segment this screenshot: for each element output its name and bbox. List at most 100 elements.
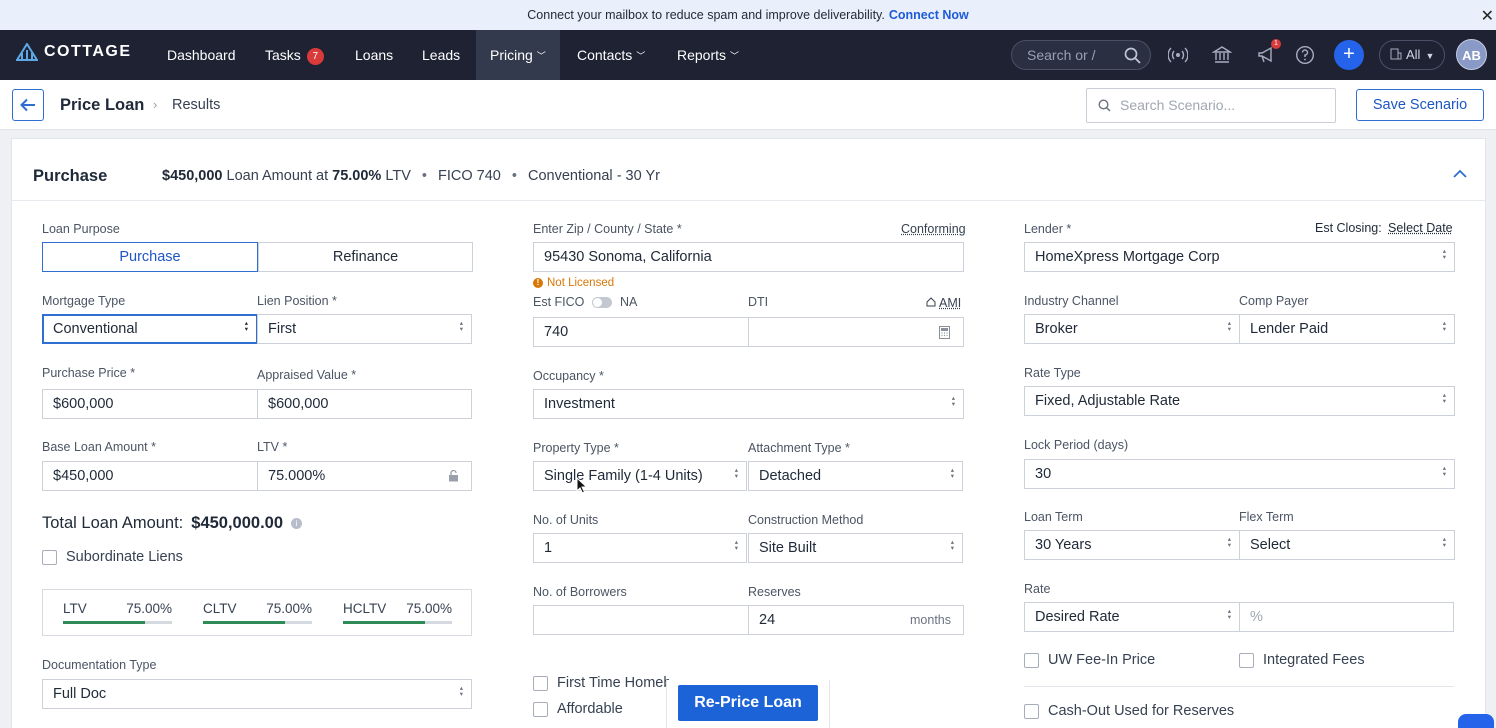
mouse-cursor-icon — [576, 477, 588, 494]
occupancy-select[interactable]: Investment — [533, 389, 964, 419]
uw-fee-in-price-label: UW Fee-In Price — [1048, 652, 1155, 668]
summary-product: Conventional — [528, 168, 613, 184]
mortgage-type-label: Mortgage Type — [42, 294, 125, 308]
global-search-placeholder: Search or / — [1027, 47, 1095, 63]
page-title[interactable]: Price Loan — [60, 96, 144, 115]
fico-na-toggle[interactable] — [592, 297, 612, 308]
nav-reports-label: Reports — [677, 47, 726, 63]
purchase-price-input[interactable]: $600,000 — [42, 389, 258, 419]
zip-label: Enter Zip / County / State * — [533, 222, 682, 236]
conforming-link[interactable]: Conforming — [901, 222, 966, 236]
ratio-cltv-bar — [203, 621, 312, 624]
zip-input[interactable]: 95430 Sonoma, California — [533, 242, 964, 272]
info-icon[interactable]: i — [291, 518, 302, 529]
nav-loans[interactable]: Loans — [355, 30, 393, 80]
close-icon[interactable]: ✕ — [1481, 6, 1494, 26]
cash-out-reserves-label: Cash-Out Used for Reserves — [1048, 703, 1234, 719]
chevron-right-icon: › — [153, 97, 157, 112]
mortgage-type-select[interactable]: Conventional — [42, 314, 258, 344]
comp-payer-select[interactable]: Lender Paid — [1239, 314, 1455, 344]
avatar[interactable]: AB — [1456, 39, 1487, 70]
nav-dashboard-label: Dashboard — [167, 47, 236, 63]
workspace-select[interactable]: All ▼ — [1379, 40, 1445, 70]
reprice-loan-button[interactable]: Re-Price Loan — [678, 685, 818, 721]
est-fico-input[interactable]: 740 — [533, 317, 749, 347]
affordable-checkbox[interactable] — [533, 702, 548, 717]
add-button[interactable]: + — [1334, 40, 1364, 70]
dti-input[interactable] — [748, 317, 964, 347]
nav-tasks[interactable]: Tasks 7 — [265, 30, 324, 80]
help-icon[interactable] — [1295, 45, 1315, 65]
chevron-up-icon[interactable] — [1453, 169, 1467, 178]
integrated-fees-checkbox[interactable] — [1239, 653, 1254, 668]
chevron-down-icon: ﹀ — [730, 51, 739, 61]
ltv-input[interactable]: 75.000% — [257, 461, 472, 491]
uw-fee-in-price-checkbox[interactable] — [1024, 653, 1039, 668]
reserves-value: 24 — [759, 612, 775, 628]
ratio-ltv-value: 75.00% — [126, 601, 172, 616]
logo[interactable]: COTTAGE — [16, 43, 132, 61]
documentation-type-select[interactable]: Full Doc — [42, 679, 472, 709]
industry-channel-select[interactable]: Broker — [1024, 314, 1240, 344]
nav-pricing-label: Pricing — [490, 47, 533, 63]
affordable-label: Affordable — [557, 701, 623, 717]
select-date-link[interactable]: Select Date — [1388, 221, 1453, 235]
borrowers-label: No. of Borrowers — [533, 585, 627, 599]
lock-period-label: Lock Period (days) — [1024, 438, 1128, 452]
lender-label: Lender * — [1024, 222, 1071, 236]
scenario-search-input[interactable]: Search Scenario... — [1086, 88, 1336, 123]
total-loan-amount: Total Loan Amount: $450,000.00 i — [42, 514, 302, 533]
rate-type-select[interactable]: Fixed, Adjustable Rate — [1024, 386, 1455, 416]
search-icon — [1124, 47, 1141, 64]
rate-mode-select[interactable]: Desired Rate — [1024, 602, 1240, 632]
loan-scenario-card: Purchase $450,000 Loan Amount at 75.00% … — [11, 138, 1486, 728]
flex-term-select[interactable]: Select — [1239, 530, 1455, 560]
connect-now-link[interactable]: Connect Now — [889, 8, 969, 22]
purpose-refinance-button[interactable]: Refinance — [258, 242, 473, 272]
search-icon — [1098, 99, 1111, 112]
first-time-homebuyer-checkbox[interactable] — [533, 676, 548, 691]
nav-contacts-label: Contacts — [577, 47, 632, 63]
loan-purpose-label: Loan Purpose — [42, 222, 120, 236]
nav-reports[interactable]: Reports ﹀ — [677, 30, 739, 80]
card-header[interactable]: Purchase $450,000 Loan Amount at 75.00% … — [12, 139, 1485, 201]
attachment-type-select[interactable]: Detached — [748, 461, 963, 491]
reserves-input[interactable]: 24 months — [748, 605, 964, 635]
bank-icon[interactable] — [1212, 45, 1232, 65]
lien-position-select[interactable]: First — [257, 314, 472, 344]
nav-pricing[interactable]: Pricing ﹀ — [476, 30, 560, 80]
construction-method-select[interactable]: Site Built — [748, 533, 963, 563]
chat-help-button[interactable] — [1458, 714, 1494, 728]
broadcast-icon[interactable] — [1168, 45, 1188, 65]
ratio-hcltv-label: HCLTV — [343, 601, 386, 616]
rate-input[interactable]: % — [1239, 602, 1454, 632]
global-search-input[interactable]: Search or / — [1011, 40, 1151, 70]
loan-term-select[interactable]: 30 Years — [1024, 530, 1240, 560]
appraised-value-input[interactable]: $600,000 — [257, 389, 472, 419]
property-type-select[interactable]: Single Family (1-4 Units) — [533, 461, 747, 491]
ratio-ltv-bar-fill — [63, 621, 145, 624]
reserves-unit: months — [910, 606, 951, 634]
est-fico-label: Est FICO — [533, 295, 584, 309]
property-type-label: Property Type * — [533, 441, 619, 455]
nav-contacts[interactable]: Contacts ﹀ — [577, 30, 645, 80]
ami-link[interactable]: AMI — [926, 296, 961, 310]
nav-dashboard[interactable]: Dashboard — [167, 30, 236, 80]
base-loan-amount-input[interactable]: $450,000 — [42, 461, 258, 491]
unlock-icon[interactable] — [448, 470, 459, 482]
borrowers-input[interactable] — [533, 605, 749, 635]
lender-select[interactable]: HomeXpress Mortgage Corp — [1024, 242, 1455, 272]
purpose-purchase-button[interactable]: Purchase — [42, 242, 258, 272]
flex-term-label: Flex Term — [1239, 510, 1294, 524]
subordinate-liens-checkbox[interactable] — [42, 550, 57, 565]
units-select[interactable]: 1 — [533, 533, 747, 563]
ratio-ltv: LTV 75.00% — [63, 601, 172, 616]
nav-leads[interactable]: Leads — [422, 30, 460, 80]
tasks-count-badge: 7 — [307, 48, 324, 65]
lock-period-select[interactable]: 30 — [1024, 459, 1455, 489]
cash-out-reserves-checkbox[interactable] — [1024, 704, 1039, 719]
save-scenario-button[interactable]: Save Scenario — [1356, 89, 1484, 121]
calculator-icon[interactable] — [939, 326, 950, 339]
back-button[interactable] — [12, 89, 44, 121]
first-time-homebuyer-label: First Time Homebuyer — [557, 675, 669, 691]
